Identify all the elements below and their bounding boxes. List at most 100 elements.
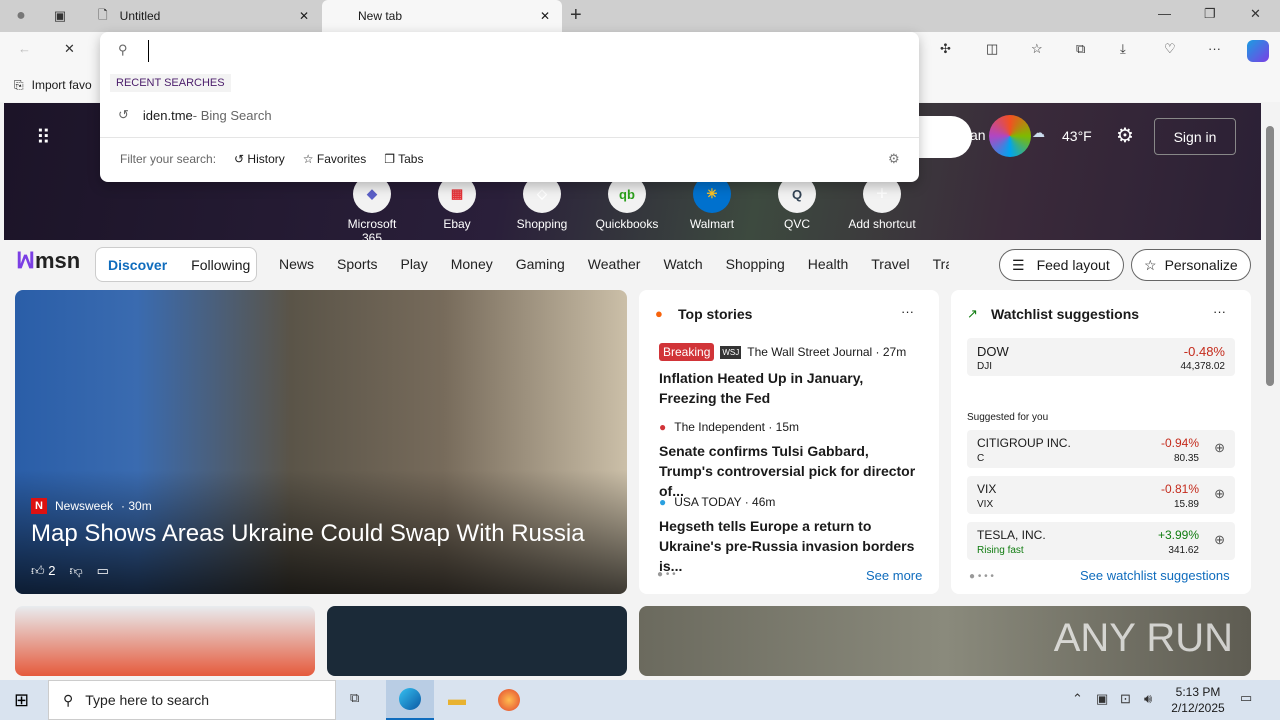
restore-icon[interactable]: ❐ <box>1204 6 1216 22</box>
stop-icon[interactable]: ✕ <box>64 41 75 57</box>
import-favorites-button[interactable]: ⎘ Import favo <box>14 78 92 93</box>
news-card-thumbnail[interactable] <box>15 606 315 676</box>
stock-symbol: C <box>977 453 985 464</box>
stock-row-dow[interactable]: DOW DJI -0.48% 44,378.02 <box>967 338 1235 376</box>
nav-weather[interactable]: Weather <box>588 256 641 272</box>
discover-tab[interactable]: Discover <box>108 257 167 273</box>
edge-taskbar-icon[interactable] <box>386 680 434 720</box>
filter-history[interactable]: ↺ History <box>234 152 285 166</box>
browser-essentials-icon[interactable]: ♡ <box>1164 41 1176 57</box>
collections-icon[interactable]: ⧉ <box>1076 41 1085 57</box>
volume-icon[interactable]: 🔊︎ <box>1144 691 1152 707</box>
shortcut-microsoft-365[interactable]: ◆ Microsoft 365 <box>337 175 407 245</box>
close-window-icon[interactable]: ✕ <box>1250 6 1261 22</box>
close-tab-icon[interactable]: ✕ <box>540 9 550 23</box>
story-headline[interactable]: Senate confirms Tulsi Gabbard, Trump's c… <box>659 441 924 501</box>
taskbar-search[interactable]: ⚲ Type here to search <box>48 680 336 720</box>
chevron-up-icon[interactable]: ⌃ <box>1072 691 1083 707</box>
tab-actions-icon[interactable]: ▣ <box>50 6 70 26</box>
story-headline[interactable]: Hegseth tells Europe a return to Ukraine… <box>659 516 924 576</box>
apps-grid-icon[interactable]: ⠿ <box>36 125 51 150</box>
nav-news[interactable]: News <box>279 256 314 272</box>
comment-icon[interactable]: ▭ <box>97 563 109 579</box>
close-tab-icon[interactable]: ✕ <box>299 9 309 23</box>
sliders-icon: ☰ <box>1012 256 1025 273</box>
windows-start-icon[interactable]: ⊞ <box>14 690 29 711</box>
nav-traffic[interactable]: Tra <box>933 256 949 272</box>
carousel-dots[interactable]: ● • • • <box>969 571 994 582</box>
tab-new-tab[interactable]: New tab ✕ <box>322 0 562 32</box>
add-to-watchlist-icon[interactable]: ⊕ <box>1214 486 1225 502</box>
add-to-watchlist-icon[interactable]: ⊕ <box>1214 532 1225 548</box>
search-icon: ⚲ <box>63 691 74 708</box>
news-card-thumbnail[interactable]: ANY RUN <box>639 606 1251 676</box>
dislike-icon[interactable]: 👎︎ <box>69 563 82 579</box>
address-input[interactable] <box>148 40 888 62</box>
carousel-dots[interactable]: ● • • <box>657 569 676 580</box>
msn-logo[interactable]: ꟽmsn <box>16 248 80 274</box>
stock-row[interactable]: CITIGROUP INC. C -0.94% 80.35 ⊕ <box>967 430 1235 468</box>
newsweek-logo: N <box>31 498 47 514</box>
settings-gear-icon[interactable]: ⚙ <box>1116 123 1134 148</box>
story-headline[interactable]: Inflation Heated Up in January, Freezing… <box>659 368 924 408</box>
downloads-icon[interactable]: ⤓ <box>1120 41 1126 57</box>
feed-layout-button[interactable]: ☰ Feed layout <box>999 249 1124 281</box>
following-tab[interactable]: Following <box>191 257 250 273</box>
copilot-icon[interactable] <box>1247 40 1269 62</box>
extensions-icon[interactable]: ✣ <box>940 41 951 57</box>
task-view-icon[interactable]: ⧉ <box>350 690 359 706</box>
back-icon[interactable]: ← <box>18 41 31 56</box>
minimize-icon[interactable]: — <box>1158 6 1171 21</box>
favorites-icon[interactable]: ☆ <box>1031 41 1043 57</box>
shortcut-walmart[interactable]: ✳ Walmart <box>677 175 747 245</box>
add-to-watchlist-icon[interactable]: ⊕ <box>1214 440 1225 456</box>
nav-shopping[interactable]: Shopping <box>726 256 785 272</box>
location-label[interactable]: an <box>970 127 986 143</box>
see-watchlist-link[interactable]: See watchlist suggestions <box>1080 568 1230 583</box>
recent-search-item[interactable]: ↺ iden.tme - Bing Search <box>100 102 919 128</box>
firefox-icon[interactable] <box>498 689 520 711</box>
history-icon: ↺ <box>118 107 129 122</box>
clock[interactable]: 5:13 PM 2/12/2025 <box>1168 684 1228 716</box>
story-headline[interactable]: Map Shows Areas Ukraine Could Swap With … <box>31 520 585 548</box>
network-icon[interactable]: ▣ <box>1096 691 1108 707</box>
notifications-icon[interactable]: ▭ <box>1240 690 1252 706</box>
shortcut-quickbooks[interactable]: qb Quickbooks <box>592 175 662 245</box>
weather-temp[interactable]: 43°F <box>1062 128 1092 144</box>
shortcut-ebay[interactable]: ▦ Ebay <box>422 175 492 245</box>
more-icon[interactable]: ··· <box>1208 41 1221 56</box>
nav-gaming[interactable]: Gaming <box>516 256 565 272</box>
shortcut-qvc[interactable]: Q QVC <box>762 175 832 245</box>
nav-watch[interactable]: Watch <box>663 256 702 272</box>
news-card-thumbnail[interactable] <box>327 606 627 676</box>
tab-untitled[interactable]: 🗋 Untitled ✕ <box>86 0 321 32</box>
shortcut-shopping[interactable]: ◇ Shopping <box>507 175 577 245</box>
stock-row[interactable]: VIX VIX -0.81% 15.89 ⊕ <box>967 476 1235 514</box>
file-explorer-icon[interactable]: ▬ <box>448 689 466 710</box>
nav-travel[interactable]: Travel <box>871 256 909 272</box>
personalize-button[interactable]: ☆ Personalize <box>1131 249 1251 281</box>
more-options-icon[interactable]: ··· <box>901 304 914 319</box>
profile-icon[interactable]: ● <box>10 6 32 26</box>
like-button[interactable]: 👍︎ 2 <box>31 563 55 579</box>
sign-in-button[interactable]: Sign in <box>1154 118 1236 155</box>
split-screen-icon[interactable]: ◫ <box>986 41 998 57</box>
main-story-card[interactable]: N Newsweek · 30m Map Shows Areas Ukraine… <box>15 290 627 594</box>
filter-favorites[interactable]: ☆ Favorites <box>303 152 366 166</box>
nav-health[interactable]: Health <box>808 256 848 272</box>
nav-sports[interactable]: Sports <box>337 256 377 272</box>
add-shortcut-button[interactable]: + Add shortcut <box>847 175 917 245</box>
nav-play[interactable]: Play <box>400 256 427 272</box>
settings-gear-icon[interactable]: ⚙ <box>888 151 900 167</box>
trending-icon: ↗ <box>967 306 978 321</box>
wifi-icon[interactable]: ⊡ <box>1120 691 1131 707</box>
new-tab-icon[interactable]: + <box>570 4 582 27</box>
scrollbar[interactable] <box>1262 104 1280 670</box>
nav-money[interactable]: Money <box>451 256 493 272</box>
more-options-icon[interactable]: ··· <box>1213 304 1226 319</box>
filter-tabs[interactable]: ❐ Tabs <box>384 152 423 166</box>
stock-row[interactable]: TESLA, INC. Rising fast +3.99% 341.62 ⊕ <box>967 522 1235 560</box>
copilot-icon[interactable] <box>989 115 1031 157</box>
see-more-link[interactable]: See more <box>866 568 922 583</box>
scrollbar-thumb[interactable] <box>1266 126 1274 386</box>
